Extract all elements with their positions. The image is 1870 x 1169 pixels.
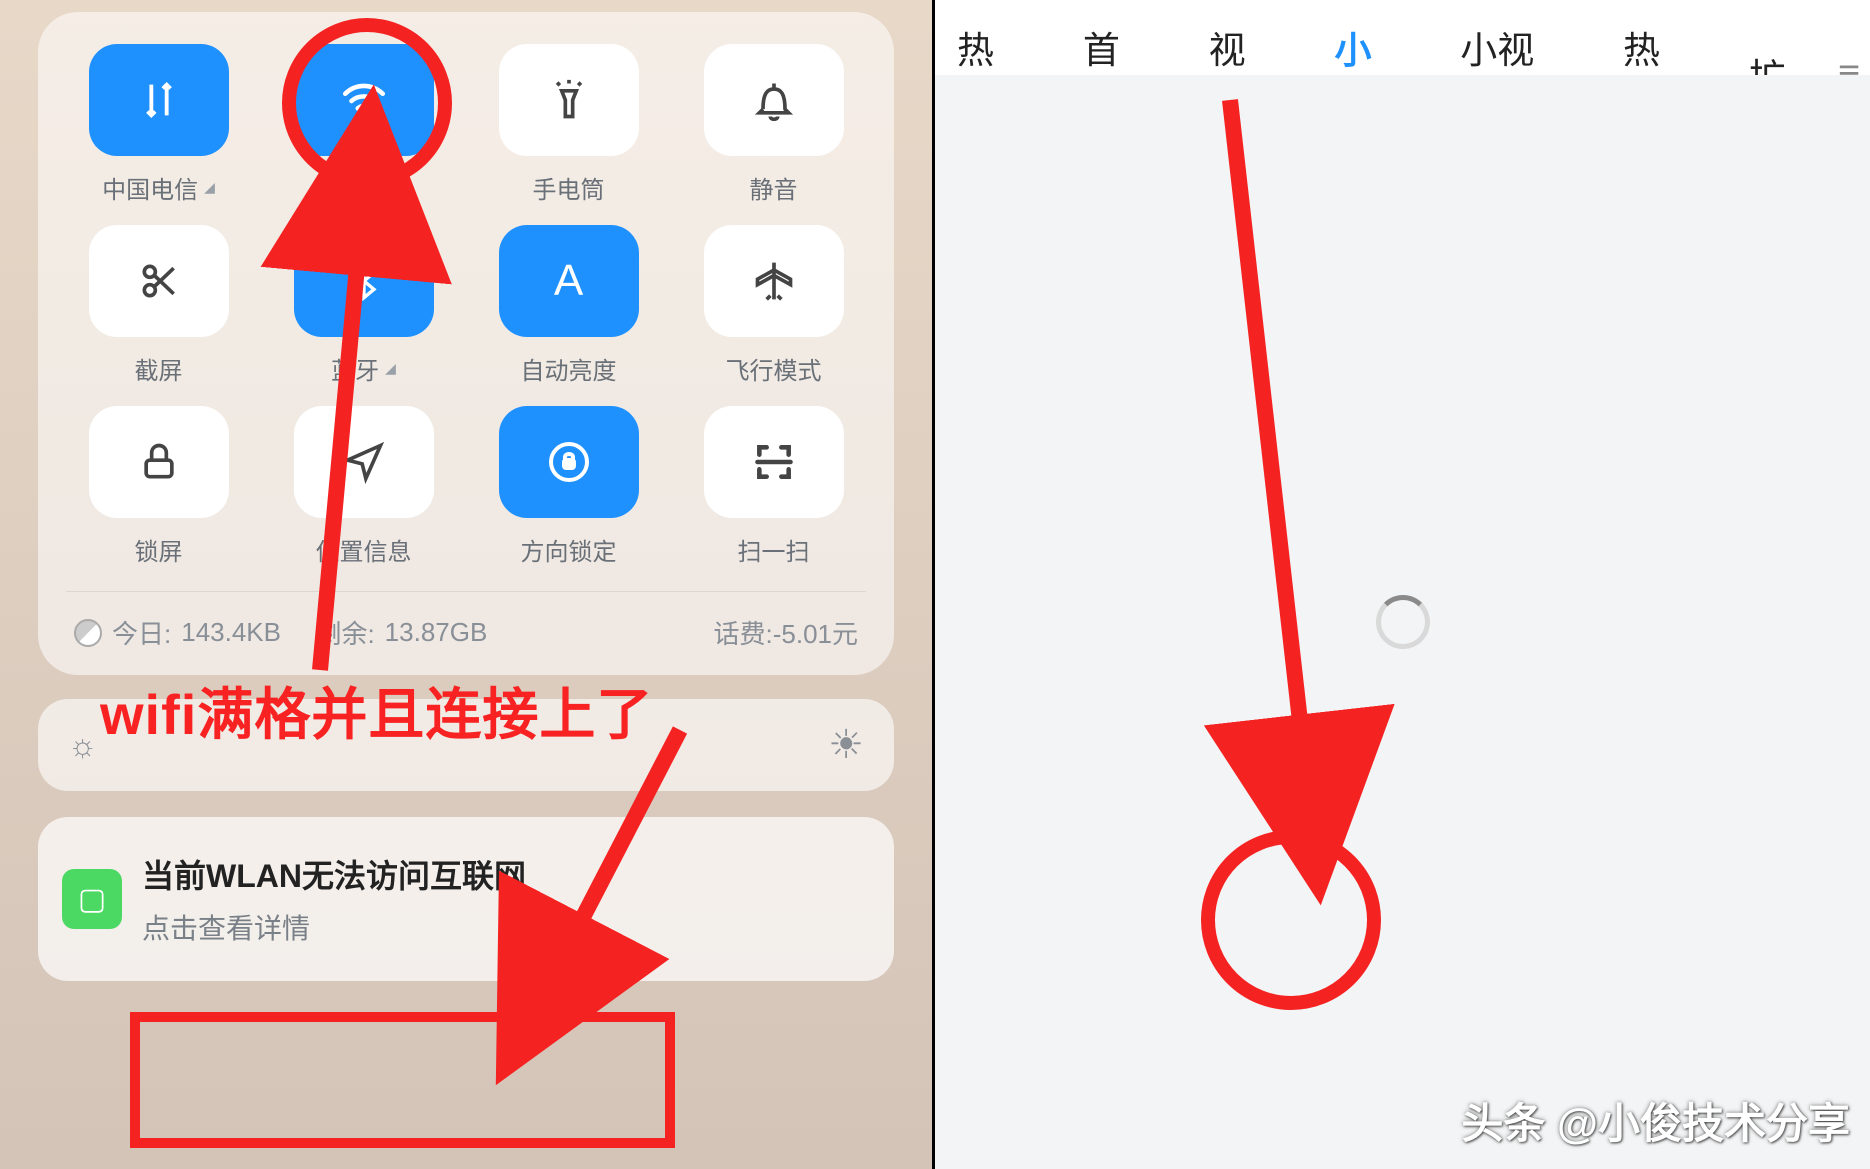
toggle-auto-brightness[interactable]: A 自动亮度 bbox=[476, 225, 661, 386]
toggle-wifi[interactable]: zjj1 bbox=[271, 44, 456, 205]
lock-icon bbox=[137, 440, 181, 484]
browser-panel: 热点 首页 视频 小说 小视频 热榜 扩 ≡ 头条 @小俊技术分享 bbox=[935, 0, 1870, 1169]
bluetooth-icon bbox=[344, 261, 384, 301]
toggle-screenshot[interactable]: 截屏 bbox=[66, 225, 251, 386]
scissors-icon bbox=[137, 259, 181, 303]
remaining-value: 13.87GB bbox=[385, 617, 488, 648]
toggle-location[interactable]: 位置信息 bbox=[271, 406, 456, 567]
toggle-flashlight[interactable]: 手电筒 bbox=[476, 44, 661, 205]
toggle-label: 中国电信 bbox=[102, 170, 215, 205]
toggle-grid: 中国电信 zjj1 手电筒 静音 bbox=[66, 44, 866, 567]
toggle-label: 位置信息 bbox=[316, 532, 412, 567]
brightness-icon: A bbox=[554, 256, 583, 306]
notification-title: 当前WLAN无法访问互联网 bbox=[142, 851, 526, 897]
toggle-bluetooth[interactable]: 蓝牙 bbox=[271, 225, 456, 386]
loading-area bbox=[935, 75, 1870, 1169]
sun-small-icon: ☼ bbox=[68, 727, 97, 764]
toggle-label: 截屏 bbox=[135, 351, 183, 386]
bell-icon bbox=[752, 78, 796, 122]
toggle-rotation-lock[interactable]: 方向锁定 bbox=[476, 406, 661, 567]
toggle-label: 方向锁定 bbox=[521, 532, 617, 567]
toggle-label: 扫一扫 bbox=[738, 532, 810, 567]
toggle-label: 自动亮度 bbox=[521, 351, 617, 386]
annotation-text: wifi满格并且连接上了 bbox=[100, 670, 653, 751]
android-icon: ▢ bbox=[62, 869, 122, 929]
airplane-icon bbox=[752, 259, 796, 303]
toggle-label: 锁屏 bbox=[135, 532, 183, 567]
quick-toggles-card: 中国电信 zjj1 手电筒 静音 bbox=[38, 12, 894, 675]
toggle-lock[interactable]: 锁屏 bbox=[66, 406, 251, 567]
toggle-label: 静音 bbox=[750, 170, 798, 205]
toggle-label: 手电筒 bbox=[533, 170, 605, 205]
annotation-rect-notification bbox=[130, 1012, 675, 1148]
fee-value: -5.01元 bbox=[773, 619, 858, 649]
today-value: 143.4KB bbox=[181, 617, 281, 648]
data-usage-row[interactable]: 今日: 143.4KB 剩余: 13.87GB 话费:-5.01元 bbox=[66, 591, 866, 655]
flashlight-icon bbox=[547, 78, 591, 122]
toggle-label: zjj1 bbox=[337, 170, 390, 198]
toggle-mute[interactable]: 静音 bbox=[681, 44, 866, 205]
cellular-icon bbox=[136, 77, 182, 123]
rotation-lock-icon bbox=[545, 438, 593, 486]
loading-spinner-icon bbox=[1376, 595, 1430, 649]
control-center-panel: 中国电信 zjj1 手电筒 静音 bbox=[0, 0, 935, 1169]
location-icon bbox=[342, 440, 386, 484]
wifi-icon bbox=[339, 75, 389, 125]
wlan-warning-notification[interactable]: ▢ 当前WLAN无法访问互联网 点击查看详情 bbox=[38, 817, 894, 981]
scan-icon bbox=[752, 440, 796, 484]
toggle-scan[interactable]: 扫一扫 bbox=[681, 406, 866, 567]
toggle-label: 蓝牙 bbox=[331, 351, 396, 386]
toggle-label: 飞行模式 bbox=[726, 351, 822, 386]
toggle-cellular[interactable]: 中国电信 bbox=[66, 44, 251, 205]
remaining-label: 剩余: bbox=[315, 614, 374, 651]
watermark-text: 头条 @小俊技术分享 bbox=[1461, 1090, 1850, 1151]
globe-icon bbox=[74, 619, 102, 647]
today-label: 今日: bbox=[112, 614, 171, 651]
notification-subtitle: 点击查看详情 bbox=[142, 907, 526, 947]
fee-label: 话费: bbox=[714, 619, 773, 649]
toggle-airplane[interactable]: 飞行模式 bbox=[681, 225, 866, 386]
sun-large-icon: ☀ bbox=[828, 722, 864, 768]
